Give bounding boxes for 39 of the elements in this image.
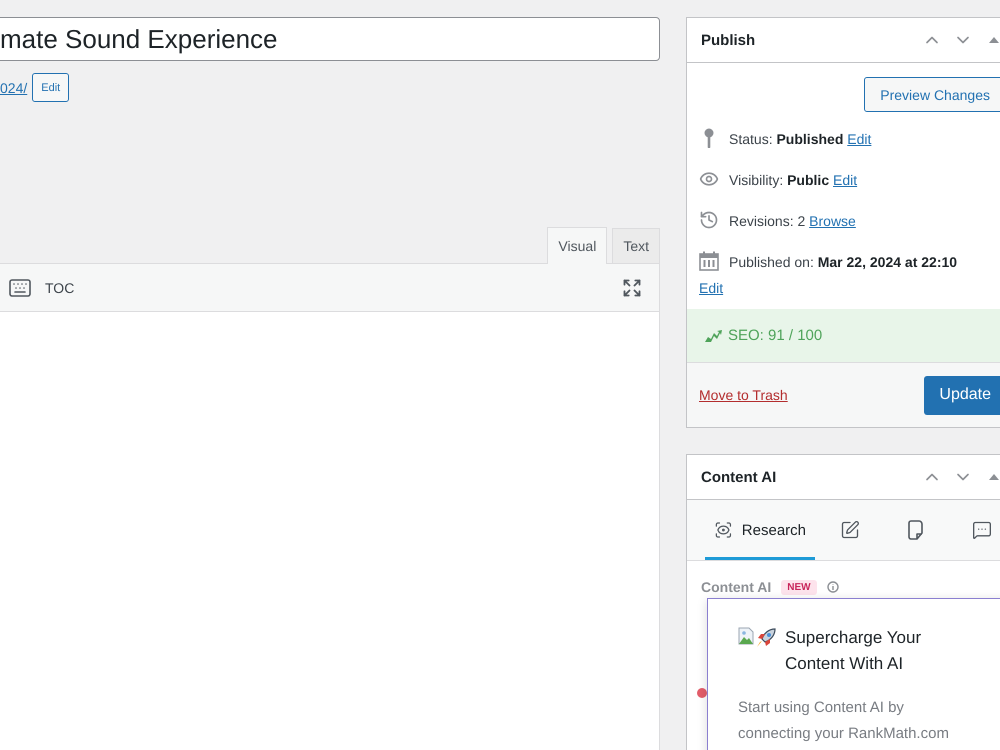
seo-score-icon (705, 330, 723, 342)
calendar-icon (699, 250, 719, 271)
history-icon (699, 210, 719, 230)
edit-visibility-link[interactable]: Edit (833, 172, 858, 188)
seo-score-text: SEO: 91 / 100 (728, 327, 822, 344)
published-date-text: Published on: Mar 22, 2024 at 22:10 (729, 254, 958, 270)
permalink-link[interactable]: 024/ (0, 80, 28, 96)
pin-icon (704, 128, 714, 148)
faded-heading: Content AI (701, 579, 772, 595)
caret-icon (989, 37, 999, 43)
rocket-icon (755, 627, 777, 649)
caret-icon (989, 474, 999, 480)
popup-title: Supercharge Your Content With AI (785, 627, 922, 675)
post-title-field[interactable]: mate Sound Experience (0, 17, 660, 61)
popup-body-text: Start using Content AI by connecting your RankMath.com (738, 698, 950, 744)
dot-icon (697, 688, 707, 698)
panel-title: Content AI (701, 468, 776, 486)
edit-permalink-button[interactable]: Edit (32, 73, 70, 102)
editor-tab[interactable]: Visual (547, 227, 608, 264)
editor-tab[interactable]: Text (612, 228, 660, 263)
visibility-text: Visibility: Public (729, 172, 830, 188)
edit-status-link[interactable]: Edit (847, 130, 872, 146)
preview-changes-button[interactable]: Preview Changes (864, 77, 1000, 112)
revisions-text: Revisions: 2 (729, 212, 806, 228)
info-icon (826, 581, 839, 593)
update-button[interactable]: Update (924, 376, 1000, 414)
broken-image-icon (738, 627, 754, 645)
chat-icon (972, 520, 992, 540)
move-to-trash-link[interactable]: Move to Trash (699, 387, 788, 403)
fullscreen-icon[interactable] (622, 278, 642, 298)
panel-title: Publish (701, 32, 756, 48)
browse-revisions-link[interactable]: Browse (809, 212, 856, 228)
document-icon (908, 520, 924, 540)
edit-icon (840, 520, 860, 540)
new-badge: NEW (781, 580, 817, 594)
status-text: Status: Published (729, 130, 844, 146)
research-icon (714, 520, 733, 540)
toc-label[interactable]: TOC (45, 280, 74, 296)
edit-date-link[interactable]: Edit (699, 280, 724, 296)
